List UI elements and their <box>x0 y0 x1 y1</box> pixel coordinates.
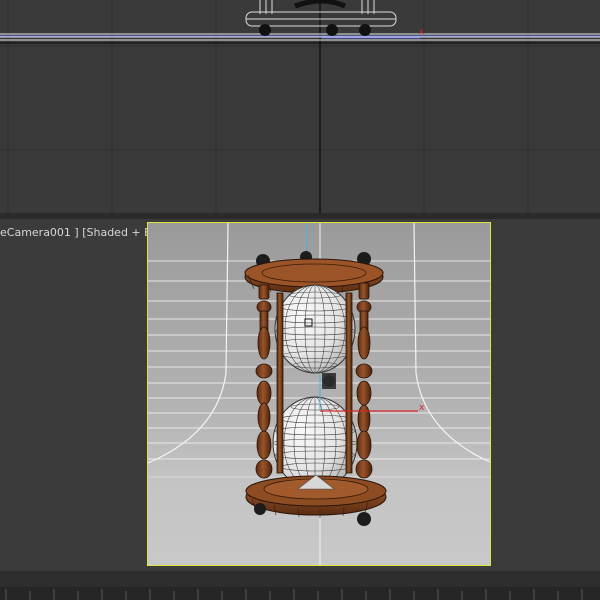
top-viewport[interactable]: x <box>0 0 600 213</box>
svg-text:x: x <box>419 403 425 413</box>
max-viewport-layout: x eCamera001 ] [Shaded + Edged Faces] x <box>0 0 600 600</box>
wood-post-left-back <box>276 292 284 474</box>
svg-text:x: x <box>419 27 424 36</box>
camera-safe-frame: x <box>147 222 491 566</box>
glass-bulb-top <box>274 284 356 374</box>
top-viewport-grid: x <box>0 0 600 213</box>
time-slider-track[interactable] <box>0 571 600 600</box>
hourglass-render: x <box>148 223 490 565</box>
time-ruler <box>0 571 600 600</box>
camera-viewport[interactable]: eCamera001 ] [Shaded + Edged Faces ] x <box>0 219 600 571</box>
